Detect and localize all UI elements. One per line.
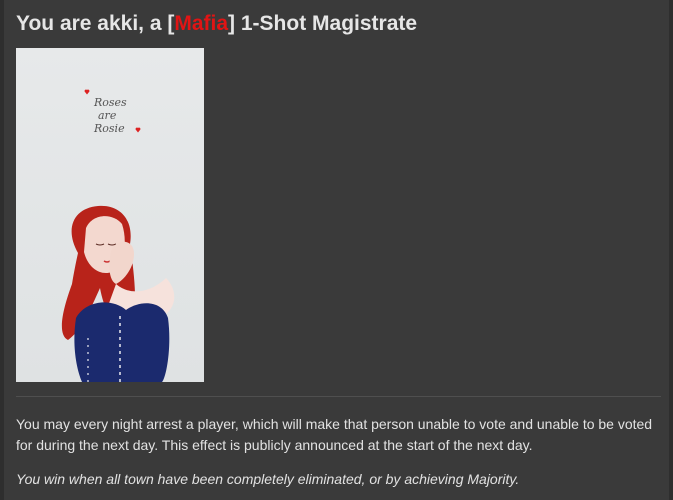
role-image-art: Roses are Rosie <box>61 89 175 382</box>
image-text-line2: are <box>98 109 117 122</box>
right-gutter <box>669 0 673 500</box>
image-text-line1: Roses <box>93 96 127 109</box>
title-suffix: ] 1-Shot Magistrate <box>228 12 418 35</box>
faction-label: Mafia <box>174 12 229 35</box>
title-prefix: You are akki, a [ <box>16 12 175 35</box>
win-condition: You win when all town have been complete… <box>16 471 520 487</box>
section-divider <box>16 396 661 397</box>
left-gutter <box>0 0 4 500</box>
role-description: You may every night arrest a player, whi… <box>16 416 653 453</box>
heart-icon <box>135 127 141 133</box>
dress-shape <box>74 302 170 382</box>
heart-icon <box>84 89 90 95</box>
role-image[interactable]: Roses are Rosie <box>16 48 204 382</box>
role-title: You are akki, a [Mafia] 1-Shot Magistrat… <box>16 12 417 36</box>
image-text-line3: Rosie <box>93 122 125 135</box>
